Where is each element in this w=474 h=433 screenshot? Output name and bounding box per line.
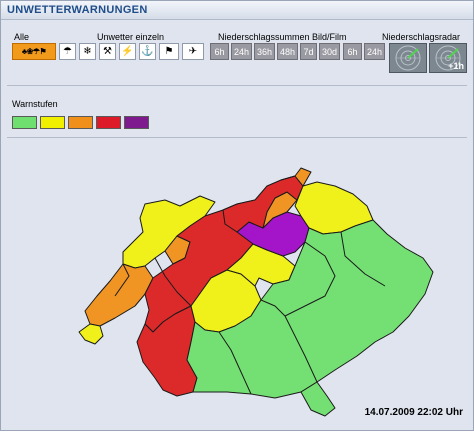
map-svg — [78, 167, 434, 417]
title-bar: UNWETTERWARNUNGEN — [1, 1, 473, 20]
snow-icon-button[interactable]: ❄ — [79, 43, 96, 60]
rain-30d-button[interactable]: 30d — [319, 43, 340, 60]
rain-48h-button[interactable]: 48h — [277, 43, 298, 60]
rain-icon-button[interactable]: ☂ — [59, 43, 76, 60]
panel-title: UNWETTERWARNUNGEN — [7, 4, 148, 16]
region-yellow-geneva — [78, 323, 104, 345]
label-radar: Niederschlagsradar — [382, 32, 461, 42]
rain-24h-button[interactable]: 24h — [231, 43, 252, 60]
radar-current-button[interactable] — [389, 43, 427, 73]
rain-7d-button[interactable]: 7d — [300, 43, 317, 60]
wind-icon-button[interactable]: ⚑ — [159, 43, 179, 60]
label-single: Unwetter einzeln — [97, 32, 165, 42]
storm-icon-button[interactable]: ✈ — [182, 43, 204, 60]
hail-icon-button[interactable]: ⚒ — [99, 43, 116, 60]
level-1-swatch — [12, 116, 37, 129]
label-rain: Niederschlagssummen Bild/Film — [218, 32, 347, 42]
film-6h-button[interactable]: 6h — [343, 43, 362, 60]
lightning-icon-button[interactable]: ⚡ — [119, 43, 136, 60]
film-24h-button[interactable]: 24h — [364, 43, 385, 60]
all-warnings-button[interactable]: ♣❀☂⚑ — [12, 43, 56, 60]
level-3-swatch — [68, 116, 93, 129]
divider — [7, 85, 467, 86]
rain-6h-button[interactable]: 6h — [210, 43, 229, 60]
frost-icon-button[interactable]: ⚓ — [139, 43, 156, 60]
label-warnstufen: Warnstufen — [12, 99, 58, 109]
radar-forecast-label: +1h — [448, 61, 464, 71]
warnings-panel: UNWETTERWARNUNGEN Alle Unwetter einzeln … — [0, 0, 474, 431]
divider — [7, 137, 467, 138]
radar-forecast-button[interactable]: +1h — [429, 43, 467, 73]
rain-36h-button[interactable]: 36h — [254, 43, 275, 60]
level-5-swatch — [124, 116, 149, 129]
region-orange-west — [84, 263, 154, 327]
map-timestamp: 14.07.2009 22:02 Uhr — [364, 407, 463, 418]
level-2-swatch — [40, 116, 65, 129]
switzerland-warning-map[interactable]: 14.07.2009 22:02 Uhr — [5, 146, 471, 428]
level-4-swatch — [96, 116, 121, 129]
label-all: Alle — [14, 32, 30, 42]
radar-icon — [395, 45, 421, 71]
